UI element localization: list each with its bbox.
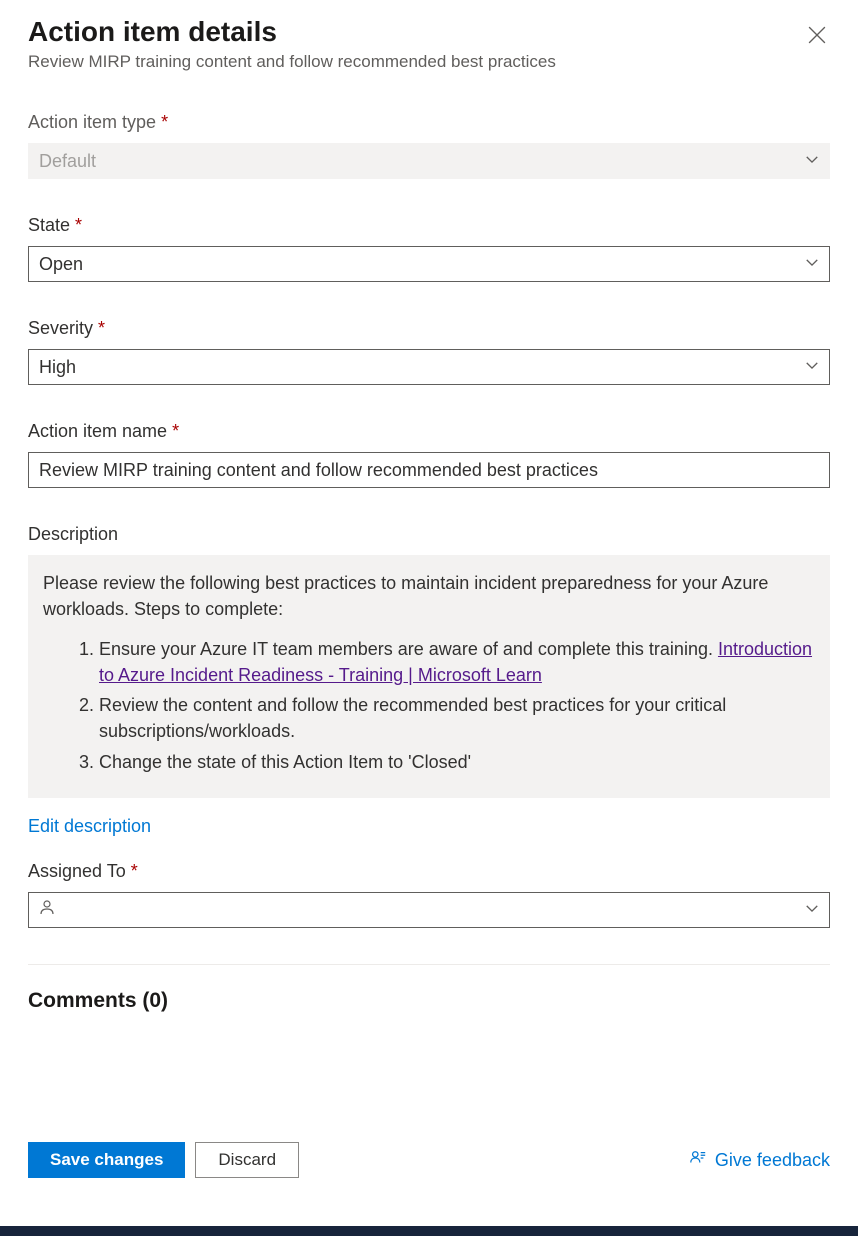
required-asterisk: *: [172, 421, 179, 441]
panel-header: Action item details Review MIRP training…: [28, 16, 830, 112]
field-description-label: Description: [28, 524, 830, 545]
assigned-to-select[interactable]: [28, 892, 830, 928]
action-item-panel: Action item details Review MIRP training…: [0, 0, 858, 1148]
person-icon: [39, 899, 65, 920]
close-button[interactable]: [804, 22, 830, 51]
field-name-label: Action item name *: [28, 421, 830, 442]
edit-description-link[interactable]: Edit description: [28, 816, 151, 837]
discard-button[interactable]: Discard: [195, 1142, 299, 1178]
required-asterisk: *: [75, 215, 82, 235]
step-text: Change the state of this Action Item to …: [99, 752, 471, 772]
type-select-value: Default: [39, 151, 96, 172]
field-name: Action item name * Review MIRP training …: [28, 421, 830, 488]
give-feedback-link[interactable]: Give feedback: [689, 1149, 830, 1172]
required-asterisk: *: [131, 861, 138, 881]
label-text: State: [28, 215, 70, 235]
field-state: State * Open: [28, 215, 830, 282]
label-text: Assigned To: [28, 861, 126, 881]
type-select: Default: [28, 143, 830, 179]
field-description: Description Please review the following …: [28, 524, 830, 837]
field-type: Action item type * Default: [28, 112, 830, 179]
feedback-icon: [689, 1149, 707, 1172]
chevron-down-icon: [805, 151, 819, 172]
name-input-value: Review MIRP training content and follow …: [39, 460, 598, 481]
severity-select[interactable]: High: [28, 349, 830, 385]
field-type-label: Action item type *: [28, 112, 830, 133]
state-select[interactable]: Open: [28, 246, 830, 282]
step-text: Review the content and follow the recomm…: [99, 695, 726, 741]
field-state-label: State *: [28, 215, 830, 236]
divider: [28, 964, 830, 965]
label-text: Severity: [28, 318, 93, 338]
save-button[interactable]: Save changes: [28, 1142, 185, 1178]
description-step-2: Review the content and follow the recomm…: [99, 692, 815, 744]
required-asterisk: *: [98, 318, 105, 338]
label-text: Action item name: [28, 421, 167, 441]
required-asterisk: *: [161, 112, 168, 132]
description-step-1: Ensure your Azure IT team members are aw…: [99, 636, 815, 688]
feedback-label: Give feedback: [715, 1150, 830, 1171]
label-text: Action item type: [28, 112, 156, 132]
close-icon: [808, 32, 826, 47]
field-assigned-to: Assigned To *: [28, 861, 830, 928]
footer-actions: Save changes Discard: [28, 1142, 299, 1178]
field-severity: Severity * High: [28, 318, 830, 385]
description-box: Please review the following best practic…: [28, 555, 830, 798]
field-severity-label: Severity *: [28, 318, 830, 339]
panel-subtitle: Review MIRP training content and follow …: [28, 52, 556, 72]
field-assigned-to-label: Assigned To *: [28, 861, 830, 882]
bottom-nav-bar: [0, 1226, 858, 1236]
description-steps: Ensure your Azure IT team members are aw…: [43, 636, 815, 774]
footer-bar: Save changes Discard Give feedback: [0, 1130, 858, 1218]
severity-select-value: High: [39, 357, 76, 378]
description-step-3: Change the state of this Action Item to …: [99, 749, 815, 775]
chevron-down-icon: [805, 357, 819, 378]
step-text: Ensure your Azure IT team members are aw…: [99, 639, 718, 659]
state-select-value: Open: [39, 254, 83, 275]
panel-title: Action item details: [28, 16, 556, 48]
chevron-down-icon: [805, 254, 819, 275]
description-intro: Please review the following best practic…: [43, 570, 815, 622]
chevron-down-icon: [805, 899, 819, 920]
comments-heading: Comments (0): [28, 989, 830, 1013]
name-input[interactable]: Review MIRP training content and follow …: [28, 452, 830, 488]
